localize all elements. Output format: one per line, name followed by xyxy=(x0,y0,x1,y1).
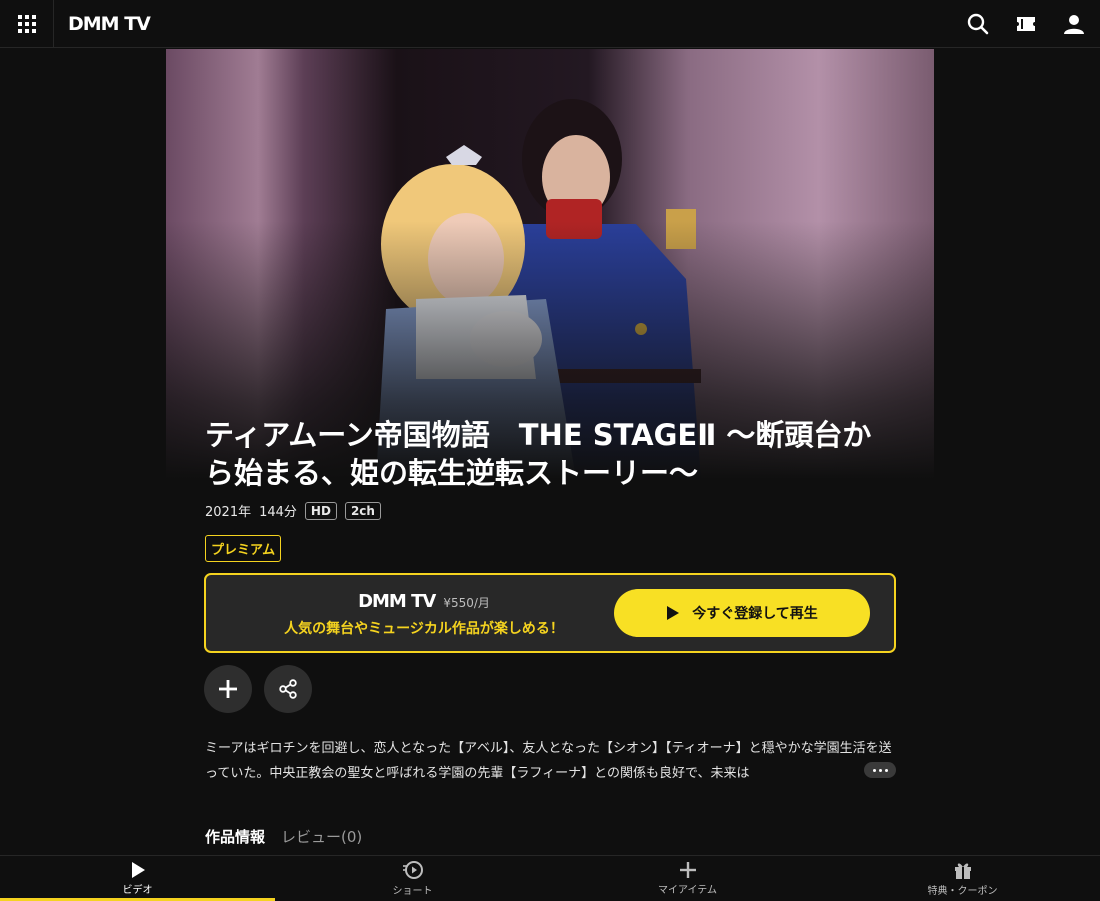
ellipsis-icon xyxy=(872,768,876,772)
content-tabs: 作品情報 レビュー(0) xyxy=(205,826,362,847)
subscription-banner: DMM TV ¥550/月 人気の舞台やミュージカル作品が楽しめる！ 今すぐ登録… xyxy=(204,573,896,653)
add-to-my-list-button[interactable] xyxy=(204,665,252,713)
subscribe-play-button[interactable]: 今すぐ登録して再生 xyxy=(614,589,870,637)
user-icon xyxy=(1064,14,1084,34)
release-year: 2021年 xyxy=(205,505,252,520)
hero-key-visual xyxy=(166,49,934,479)
account-button[interactable] xyxy=(1062,12,1086,36)
video-play-icon xyxy=(131,862,145,878)
cta-logo: DMM TV xyxy=(358,591,436,612)
tab-info[interactable]: 作品情報 xyxy=(205,826,265,847)
search-button[interactable] xyxy=(966,12,990,36)
page-title: ティアムーン帝国物語 THE STAGEⅡ ～断頭台から始まる、姫の転生逆転スト… xyxy=(205,418,872,490)
grid-menu-icon xyxy=(17,14,36,33)
nav-label-video: ビデオ xyxy=(122,885,153,896)
nav-label-benefits: 特典・クーポン xyxy=(927,886,998,897)
bottom-navigation: ビデオ ショート マイアイテム 特典・クーポン xyxy=(0,855,1100,901)
play-button-label: 今すぐ登録して再生 xyxy=(692,606,818,622)
nav-item-benefits[interactable]: 特典・クーポン xyxy=(825,856,1100,901)
dmm-tv-logo[interactable]: DMM TV xyxy=(68,13,151,35)
ticket-icon xyxy=(1017,16,1035,31)
audio-badge: 2ch xyxy=(344,501,381,520)
play-icon xyxy=(667,606,680,620)
nav-label-short: ショート xyxy=(392,886,433,897)
ticket-button[interactable] xyxy=(1014,12,1038,36)
duration: 144分 xyxy=(259,505,297,520)
description-text: ミーアはギロチンを回避し、恋人となった【アベル】、友人となった【シオン】【ティオ… xyxy=(205,741,892,781)
gift-icon xyxy=(954,863,971,879)
plus-icon xyxy=(679,862,696,878)
video-meta: 2021年 144分 HD 2ch xyxy=(205,501,381,520)
grid-menu-button[interactable] xyxy=(0,0,54,48)
read-more-button[interactable] xyxy=(864,762,896,778)
quality-badge: HD xyxy=(304,501,337,520)
short-video-icon xyxy=(402,861,423,879)
search-icon xyxy=(967,13,989,34)
cta-price: ¥550/月 xyxy=(443,596,490,610)
nav-label-my-items: マイアイテム xyxy=(658,885,717,896)
tab-review[interactable]: レビュー(0) xyxy=(281,826,362,847)
nav-item-my-items[interactable]: マイアイテム xyxy=(550,856,825,901)
plus-icon xyxy=(219,680,237,698)
nav-item-short[interactable]: ショート xyxy=(275,856,550,901)
premium-badge: プレミアム xyxy=(205,535,282,562)
share-icon xyxy=(279,679,297,699)
top-header: DMM TV xyxy=(0,0,1100,48)
share-button[interactable] xyxy=(264,665,312,713)
cta-message: 人気の舞台やミュージカル作品が楽しめる！ xyxy=(284,621,564,637)
nav-item-video[interactable]: ビデオ xyxy=(0,856,275,901)
